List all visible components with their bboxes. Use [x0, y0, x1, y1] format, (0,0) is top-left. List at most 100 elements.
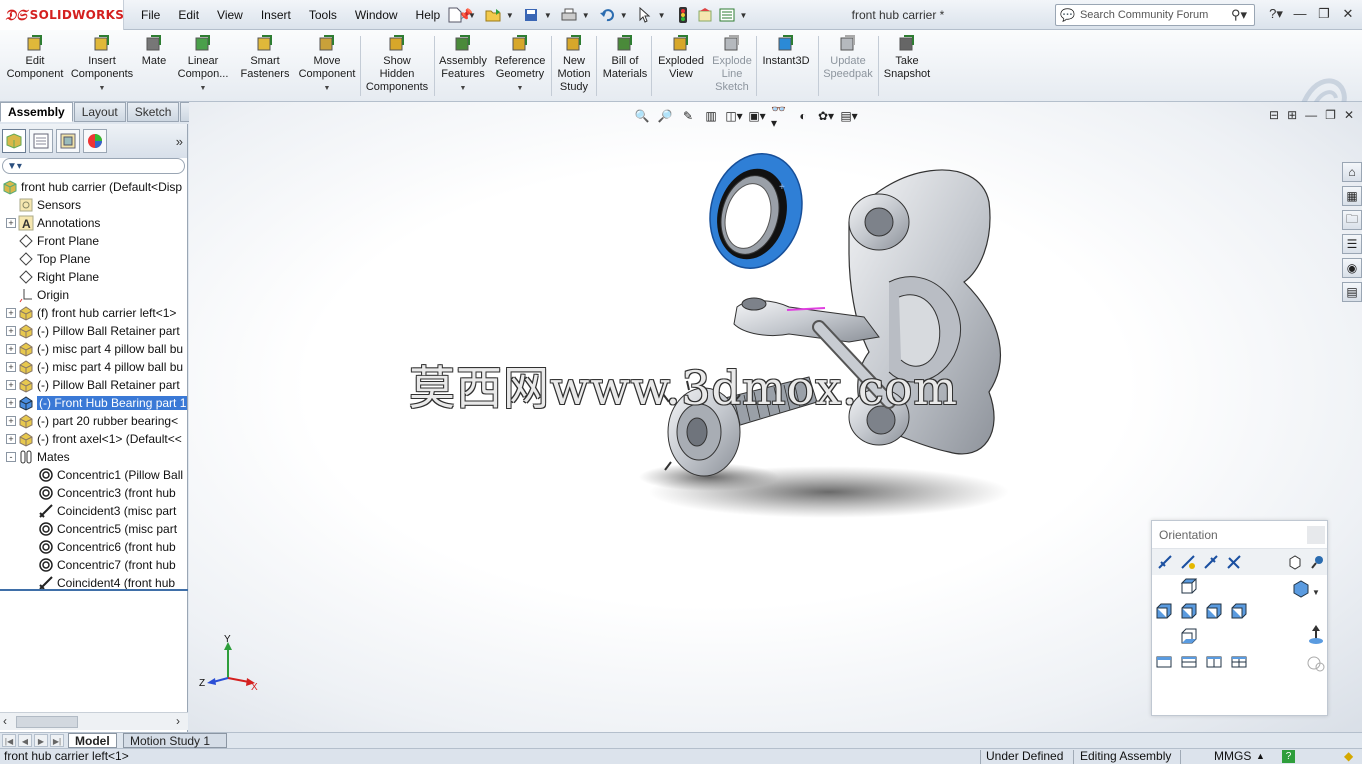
view-top-icon[interactable] — [1180, 578, 1198, 594]
tree-item[interactable]: Concentric1 (Pillow Ball — [0, 466, 187, 484]
tree-expander-icon[interactable]: + — [6, 326, 16, 336]
tree-expander-icon[interactable]: + — [6, 398, 16, 408]
options-icon[interactable] — [718, 6, 736, 24]
update-view-icon[interactable] — [1179, 552, 1197, 572]
configurationmanager-tab-icon[interactable] — [56, 129, 80, 153]
view-selector-icon[interactable] — [1225, 552, 1243, 572]
panel-splitter[interactable] — [0, 589, 188, 591]
pin-dialog-icon[interactable] — [1309, 552, 1327, 572]
tab-assembly[interactable]: Assembly — [0, 102, 73, 122]
tree-item[interactable]: + (f) front hub carrier left<1> — [0, 304, 187, 322]
tree-item[interactable]: Front Plane — [0, 232, 187, 250]
propertymanager-tab-icon[interactable] — [29, 129, 53, 153]
view-cube-icon[interactable] — [1286, 552, 1304, 572]
tree-item[interactable]: - Mates — [0, 448, 187, 466]
exploded-view-button[interactable]: Exploded View — [656, 33, 706, 101]
show-hidden-button[interactable]: Show Hidden Components — [364, 33, 430, 101]
orientation-close-button[interactable] — [1307, 526, 1325, 544]
tree-item[interactable]: Top Plane — [0, 250, 187, 268]
solidworks-logo[interactable]: 𝔇𝔖 SOLIDWORKS — [0, 0, 124, 30]
motion-study-button[interactable]: New Motion Study — [556, 33, 592, 101]
speedpak-button[interactable]: Update Speedpak — [822, 33, 874, 101]
new-document-icon[interactable] — [446, 6, 464, 24]
reset-views-icon[interactable] — [1202, 552, 1220, 572]
search-icon[interactable]: ⚲▾ — [1224, 7, 1254, 23]
tree-item[interactable]: + (-) Front Hub Bearing part 1 — [0, 394, 187, 412]
smart-fasteners-button[interactable]: Smart Fasteners — [239, 33, 291, 101]
rebuild-icon[interactable] — [674, 6, 692, 24]
save-icon[interactable] — [522, 6, 540, 24]
restore-icon[interactable]: ❐ — [1314, 4, 1334, 24]
minimize-icon[interactable]: — — [1290, 4, 1310, 24]
tree-expander-icon[interactable]: + — [6, 434, 16, 444]
units-up-arrow-icon[interactable]: ▲ — [1256, 749, 1265, 764]
dropdown-arrow-icon[interactable]: ▼ — [99, 82, 106, 95]
select-cursor-icon[interactable] — [636, 6, 654, 24]
tree-expander-icon[interactable]: - — [6, 452, 16, 462]
rebuild-status-icon[interactable]: ◆ — [1344, 749, 1353, 764]
tab-model[interactable]: Model — [68, 733, 117, 748]
tree-item[interactable]: Coincident3 (misc part — [0, 502, 187, 520]
dropdown-arrow-icon[interactable]: ▼ — [517, 82, 524, 95]
two-view-horizontal-icon[interactable] — [1181, 656, 1197, 668]
edit-component-button[interactable]: Edit Component — [3, 33, 67, 101]
tree-filter[interactable]: ▼▾ — [2, 158, 185, 174]
menu-window[interactable]: Window — [346, 8, 407, 22]
dropdown-arrow-icon[interactable]: ▼ — [324, 82, 331, 95]
tab-motion-study-1[interactable]: Motion Study 1 — [123, 733, 227, 748]
normal-to-icon[interactable] — [1309, 625, 1323, 644]
dropdown-arrow-icon[interactable]: ▼ — [200, 82, 207, 95]
help-status-icon[interactable]: ? — [1282, 750, 1295, 763]
view-bottom-icon[interactable] — [1181, 628, 1197, 644]
new-dropdown-icon[interactable]: ▼ — [468, 11, 476, 20]
menu-help[interactable]: Help — [407, 8, 450, 22]
move-component-button[interactable]: Move Component ▼ — [296, 33, 358, 101]
print-dropdown-icon[interactable]: ▼ — [582, 11, 590, 20]
tree-horizontal-scrollbar[interactable]: ‹ › — [0, 712, 188, 730]
four-view-icon[interactable] — [1231, 656, 1247, 668]
tree-expander-icon[interactable]: + — [6, 308, 16, 318]
print-icon[interactable] — [560, 6, 578, 24]
undo-icon[interactable] — [598, 6, 616, 24]
filter-icon[interactable]: ▼▾ — [7, 161, 22, 172]
prev-tab-icon[interactable]: ◀ — [18, 734, 32, 747]
tree-expander-icon[interactable]: + — [6, 344, 16, 354]
scroll-thumb[interactable] — [16, 716, 78, 728]
tree-item[interactable]: Origin — [0, 286, 187, 304]
two-view-vertical-icon[interactable] — [1206, 656, 1222, 668]
bill-of-materials-button[interactable]: Bill of Materials — [602, 33, 648, 101]
tree-expander-icon[interactable]: + — [6, 218, 16, 228]
view-front-icon[interactable] — [1181, 603, 1197, 619]
tree-item[interactable]: Concentric5 (misc part — [0, 520, 187, 538]
instant3d-button[interactable]: Instant3D — [760, 33, 812, 101]
scroll-left-icon[interactable]: ‹ — [3, 714, 7, 728]
close-icon[interactable]: ✕ — [1338, 4, 1358, 24]
menu-edit[interactable]: Edit — [169, 8, 208, 22]
tree-item[interactable]: Concentric7 (front hub — [0, 556, 187, 574]
tree-item[interactable]: Concentric3 (front hub — [0, 484, 187, 502]
view-left-icon[interactable] — [1156, 603, 1172, 619]
tab-layout[interactable]: Layout — [73, 102, 126, 122]
tree-item[interactable]: + (-) front axel<1> (Default<< — [0, 430, 187, 448]
open-dropdown-icon[interactable]: ▼ — [506, 11, 514, 20]
file-properties-icon[interactable] — [696, 6, 714, 24]
menu-tools[interactable]: Tools — [300, 8, 346, 22]
display-manager-tab-icon[interactable] — [83, 129, 107, 153]
tree-item[interactable]: Concentric6 (front hub — [0, 538, 187, 556]
menu-insert[interactable]: Insert — [252, 8, 300, 22]
tree-item[interactable]: + (-) misc part 4 pillow ball bu — [0, 358, 187, 376]
graphics-area[interactable]: 🔍 🔎 ✎ ▥ ◫▾ ▣▾ 👓▾ ◐ ✿▾ ▤▾ ⊟ ⊞ — ❐ ✕ ⌂ ▦ 🗀… — [189, 102, 1362, 732]
status-units[interactable]: MMGS — [1214, 749, 1251, 764]
featuremanager-tab-icon[interactable] — [2, 129, 26, 153]
insert-components-button[interactable]: Insert Components ▼ — [71, 33, 133, 101]
tab-sketch[interactable]: Sketch — [126, 102, 180, 122]
reference-geometry-button[interactable]: Reference Geometry ▼ — [492, 33, 548, 101]
new-view-icon[interactable] — [1156, 552, 1174, 572]
tree-item[interactable]: + A Annotations — [0, 214, 187, 232]
search-community-forum[interactable]: 💬 Search Community Forum ⚲▾ — [1055, 4, 1255, 26]
tree-item[interactable]: Right Plane — [0, 268, 187, 286]
view-back-icon[interactable] — [1231, 603, 1247, 619]
scroll-right-icon[interactable]: › — [176, 714, 180, 728]
tree-item[interactable]: + (-) Pillow Ball Retainer part — [0, 322, 187, 340]
first-tab-icon[interactable]: |◀ — [2, 734, 16, 747]
